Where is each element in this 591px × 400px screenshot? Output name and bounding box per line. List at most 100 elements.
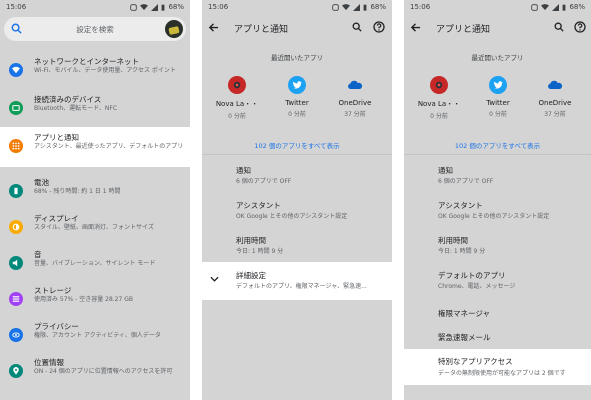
item-title: ディスプレイ: [34, 214, 79, 223]
notification-icon: [130, 3, 138, 11]
settings-item-apps-notifications[interactable]: アプリと通知 アシスタント、最近使ったアプリ、デフォルトのアプリ: [0, 127, 190, 167]
battery-status-icon: [364, 4, 367, 11]
row-default-apps[interactable]: デフォルトのアプリ Chrome、電話、メッセージ: [404, 265, 591, 297]
row-title: 通知: [236, 166, 251, 175]
search-icon[interactable]: [554, 22, 564, 32]
app-last-used: 0 分前: [228, 113, 246, 120]
row-subtitle: Chrome、電話、メッセージ: [438, 283, 516, 290]
row-assistant[interactable]: アシスタント OK Google とその他のアシスタント設定: [404, 195, 591, 227]
app-last-used: 0 分前: [430, 113, 448, 120]
page-title: アプリと通知: [436, 25, 491, 35]
settings-item-sound[interactable]: 音 音量、バイブレーション、サイレント モード: [0, 244, 190, 282]
app-name: Nova La・・: [417, 100, 461, 108]
settings-item-battery[interactable]: 電池 68% - 残り時間: 約 1 日 1 時間: [0, 172, 190, 210]
item-title: プライバシー: [34, 322, 79, 331]
search-placeholder: 設定を検索: [76, 24, 114, 34]
settings-item-network[interactable]: ネットワークとインターネット Wi-Fi、モバイル、データ使用量、アクセス ポイ…: [0, 51, 190, 89]
item-subtitle: ON - 24 個のアプリに位置情報へのアクセスを許可: [34, 368, 173, 375]
settings-item-location[interactable]: 位置情報 ON - 24 個のアプリに位置情報へのアクセスを許可: [0, 352, 190, 390]
row-title: デフォルトのアプリ: [438, 271, 506, 280]
recent-app-twitter[interactable]: Twitter 0 分前: [473, 76, 523, 118]
row-permission-manager[interactable]: 権限マネージャ: [404, 300, 591, 326]
app-last-used: 37 分前: [344, 111, 366, 118]
avatar[interactable]: [165, 20, 183, 38]
cell-signal-icon: [353, 3, 361, 11]
recent-app-nova-launcher[interactable]: Nova La・・ 0 分前: [212, 76, 262, 120]
row-screen-time[interactable]: 利用時間 今日: 1 時間 9 分: [404, 230, 591, 262]
battery-percent: 68%: [370, 3, 386, 11]
battery-icon: [9, 184, 23, 198]
devices-icon: [9, 101, 23, 115]
app-name: Twitter: [285, 99, 309, 107]
battery-percent: 68%: [569, 3, 585, 11]
item-title: 音: [34, 250, 42, 259]
item-title: 接続済みのデバイス: [34, 95, 102, 104]
app-last-used: 0 分前: [489, 111, 507, 118]
location-icon: [9, 364, 23, 378]
settings-item-connected-devices[interactable]: 接続済みのデバイス Bluetooth、運転モード、NFC: [0, 89, 190, 127]
row-title: 特別なアプリアクセス: [438, 357, 513, 366]
recent-app-twitter[interactable]: Twitter 0 分前: [272, 76, 322, 118]
app-name: OneDrive: [338, 99, 372, 107]
status-time: 15:06: [6, 3, 27, 11]
see-all-apps-link[interactable]: 102 個のアプリをすべて表示: [404, 140, 591, 150]
row-subtitle: 今日: 1 時間 9 分: [438, 248, 486, 255]
recent-app-onedrive[interactable]: OneDrive 37 分前: [330, 76, 380, 118]
row-notifications[interactable]: 通知 6 個のアプリで OFF: [404, 160, 591, 192]
chevron-down-icon: [210, 276, 219, 282]
row-title: 緊急速報メール: [438, 333, 491, 342]
twitter-icon: [288, 76, 306, 94]
search-icon[interactable]: [352, 22, 362, 32]
status-bar: 15:06 68%: [0, 0, 190, 14]
row-title: 通知: [438, 166, 453, 175]
twitter-icon: [489, 76, 507, 94]
row-emergency-alerts[interactable]: 緊急速報メール: [404, 326, 591, 350]
recent-apps-heading: 最近開いたアプリ: [471, 54, 524, 62]
notification-icon: [531, 3, 539, 11]
recent-app-nova-launcher[interactable]: Nova La・・ 0 分前: [414, 76, 464, 120]
back-arrow-icon[interactable]: [208, 22, 219, 33]
page-title: アプリと通知: [234, 25, 289, 35]
item-subtitle: 権限、アカウント アクティビティ、個人データ: [34, 332, 161, 339]
recent-apps-heading: 最近開いたアプリ: [271, 54, 323, 62]
item-title: 電池: [34, 178, 49, 187]
row-title: アシスタント: [438, 201, 483, 210]
item-subtitle: 音量、バイブレーション、サイレント モード: [34, 260, 156, 267]
row-screen-time[interactable]: 利用時間 今日: 1 時間 9 分: [202, 230, 392, 262]
settings-item-privacy[interactable]: プライバシー 権限、アカウント アクティビティ、個人データ: [0, 316, 190, 354]
help-icon[interactable]: [574, 21, 586, 33]
recent-app-onedrive[interactable]: OneDrive 37 分前: [530, 76, 580, 118]
storage-icon: [9, 292, 23, 306]
help-icon[interactable]: [373, 21, 385, 33]
divider: [202, 154, 392, 155]
battery-percent: 68%: [168, 3, 184, 11]
row-advanced[interactable]: 詳細設定 デフォルトのアプリ、権限マネージャ、緊急速...: [202, 262, 392, 300]
row-subtitle: 今日: 1 時間 9 分: [236, 248, 284, 255]
row-subtitle: デフォルトのアプリ、権限マネージャ、緊急速...: [236, 283, 367, 290]
row-special-app-access[interactable]: 特別なアプリアクセス データの無制限使用が可能なアプリは 2 個です: [404, 349, 591, 385]
apps-icon: [9, 139, 23, 153]
row-subtitle: 6 個のアプリで OFF: [438, 178, 494, 185]
notification-icon: [332, 3, 340, 11]
back-arrow-icon[interactable]: [410, 22, 421, 33]
row-subtitle: OK Google とその他のアシスタント設定: [236, 213, 348, 220]
settings-item-storage[interactable]: ストレージ 使用済み 57% - 空き容量 28.27 GB: [0, 280, 190, 318]
item-title: ストレージ: [34, 286, 72, 295]
app-name: OneDrive: [538, 99, 572, 107]
row-assistant[interactable]: アシスタント OK Google とその他のアシスタント設定: [202, 195, 392, 227]
divider: [404, 154, 591, 155]
settings-item-display[interactable]: ディスプレイ スタイル、壁紙、画面消灯、フォントサイズ: [0, 208, 190, 246]
battery-status-icon: [162, 4, 165, 11]
item-subtitle: アシスタント、最近使ったアプリ、デフォルトのアプリ: [34, 143, 184, 150]
settings-search-bar[interactable]: 設定を検索: [4, 17, 186, 41]
wifi-icon: [9, 63, 23, 77]
battery-status-icon: [563, 4, 566, 11]
status-time: 15:06: [208, 3, 229, 11]
app-last-used: 0 分前: [288, 111, 306, 118]
row-notifications[interactable]: 通知 6 個のアプリで OFF: [202, 160, 392, 192]
wifi-signal-icon: [342, 3, 351, 10]
privacy-icon: [9, 328, 23, 342]
app-name: Twitter: [486, 99, 510, 107]
see-all-apps-link[interactable]: 102 個のアプリをすべて表示: [202, 140, 392, 150]
wifi-signal-icon: [541, 3, 550, 10]
